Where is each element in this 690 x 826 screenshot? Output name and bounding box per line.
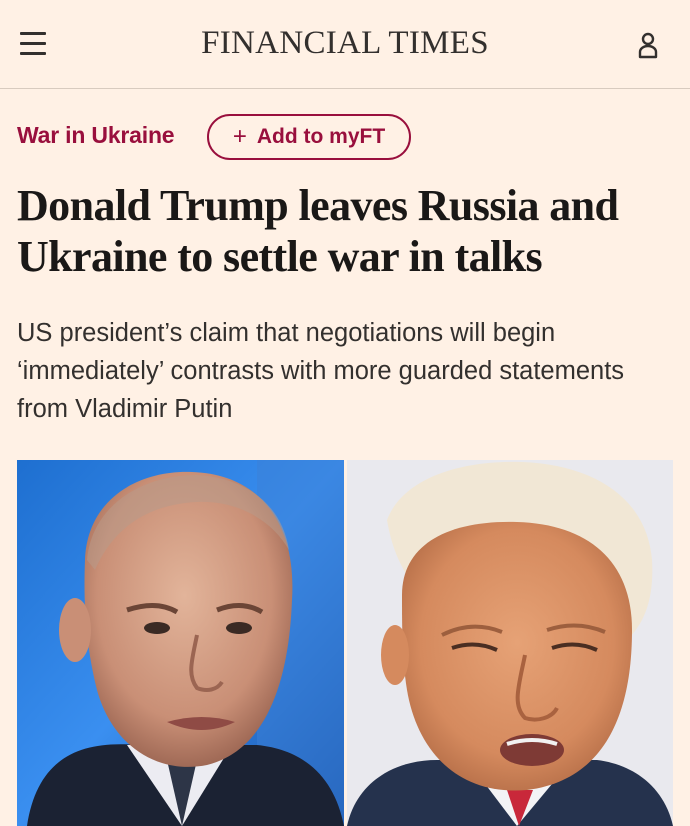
article-headline: Donald Trump leaves Russia and Ukraine t…: [17, 181, 619, 281]
add-to-myft-label: Add to myFT: [256, 125, 386, 148]
lead-image-trump: [347, 460, 673, 826]
site-header: FINANCIAL TIMES: [0, 0, 690, 89]
masthead-logo[interactable]: FINANCIAL TIMES: [0, 25, 690, 62]
user-account-icon[interactable]: [637, 31, 659, 59]
topic-link[interactable]: War in Ukraine: [17, 122, 175, 149]
add-to-myft-button[interactable]: + Add to myFT: [207, 114, 411, 160]
plus-icon: +: [232, 123, 247, 150]
lead-image: [17, 460, 673, 826]
topic-row: War in Ukraine + Add to myFT: [17, 114, 677, 160]
article-standfirst: US president’s claim that negotiations w…: [17, 319, 625, 423]
lead-image-putin: [17, 460, 344, 826]
